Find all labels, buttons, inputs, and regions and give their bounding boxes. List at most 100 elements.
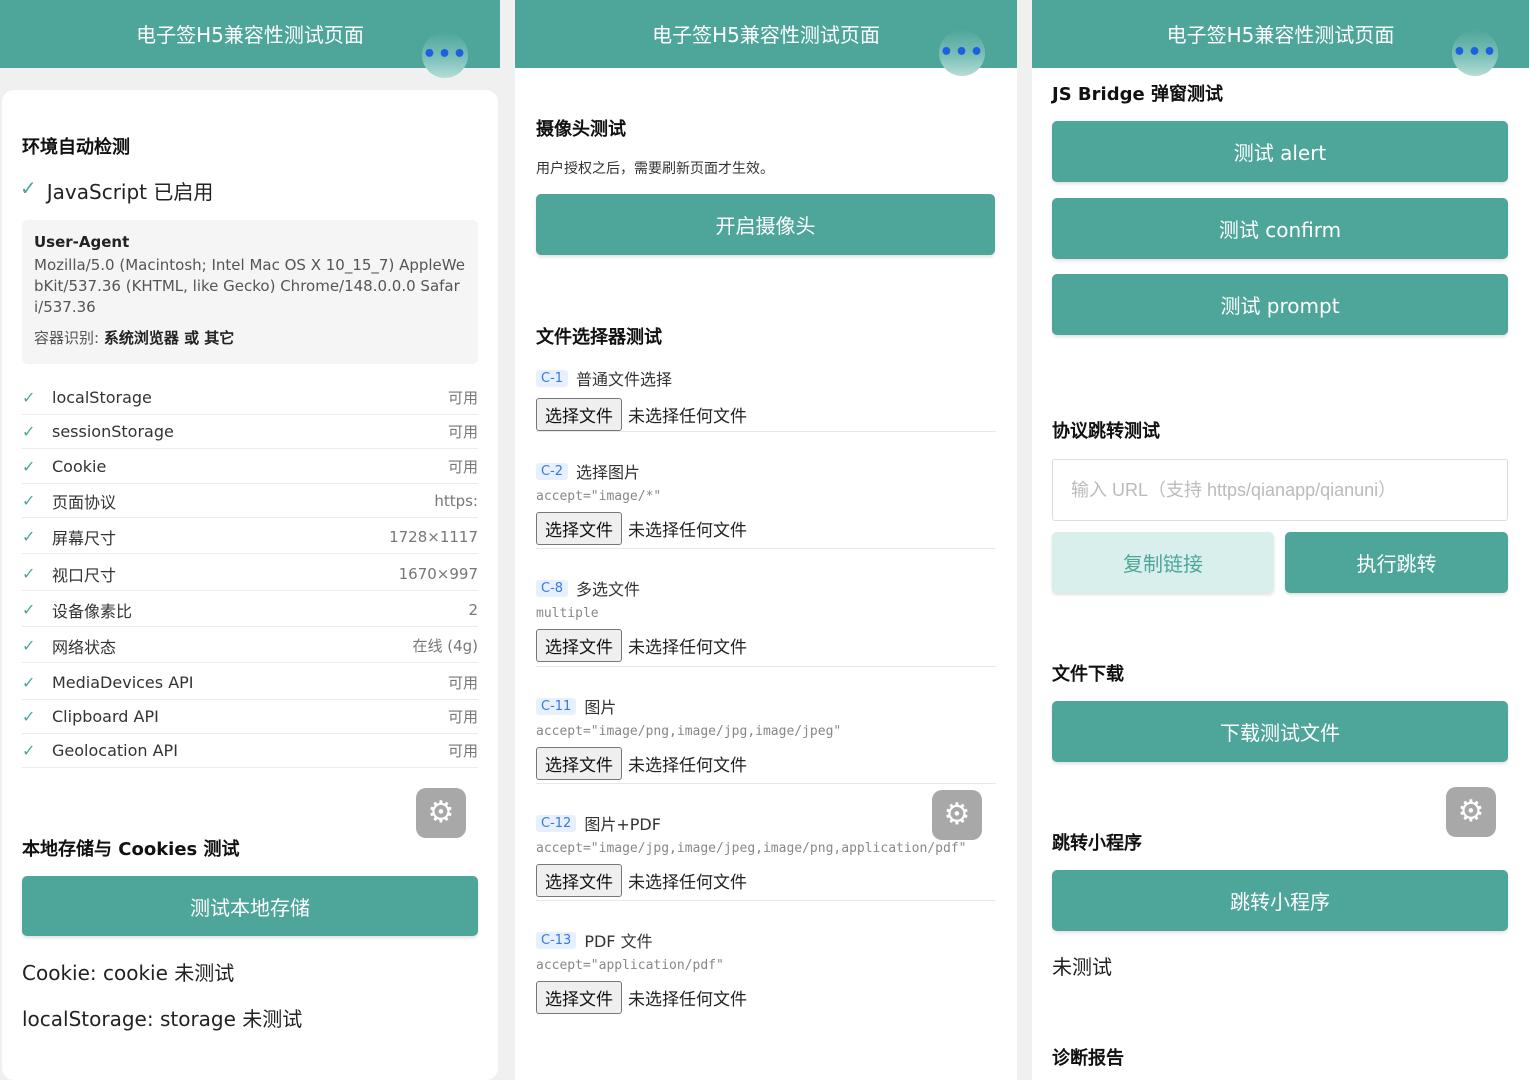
test-alert-button[interactable]: 测试 alert <box>1052 121 1508 182</box>
file-input[interactable]: 选择文件 未选择任何文件 <box>536 864 996 897</box>
cookie-status: Cookie: cookie 未测试 <box>22 961 235 985</box>
file-input[interactable]: 选择文件 未选择任何文件 <box>536 398 996 431</box>
env-row-name: 屏幕尺寸 <box>52 528 117 548</box>
file-picker-item: C-1 普通文件选择 选择文件 未选择任何文件 <box>536 366 996 431</box>
no-file-text: 未选择任何文件 <box>628 873 747 893</box>
check-icon: ✓ <box>22 636 36 655</box>
env-row: ✓ 页面协议 https: <box>22 484 478 518</box>
check-icon: ✓ <box>22 388 36 407</box>
open-camera-button[interactable]: 开启摄像头 <box>536 194 995 255</box>
no-file-text: 未选择任何文件 <box>628 756 747 776</box>
env-row-name: 设备像素比 <box>52 601 133 621</box>
container-label: 容器识别: <box>34 329 100 347</box>
copy-link-button[interactable]: 复制链接 <box>1052 532 1274 593</box>
execute-jump-button[interactable]: 执行跳转 <box>1285 532 1508 593</box>
divider <box>536 900 996 901</box>
divider <box>536 548 996 549</box>
accept-attr: accept="image/jpg,image/jpeg,image/png,a… <box>536 841 967 856</box>
divider <box>536 783 996 784</box>
test-local-storage-button[interactable]: 测试本地存储 <box>22 876 478 936</box>
env-row-name: 网络状态 <box>52 637 117 657</box>
env-row-value: 可用 <box>447 674 478 692</box>
env-row: ✓ Geolocation API 可用 <box>22 734 478 768</box>
env-row-value: 在线 (4g) <box>412 637 478 655</box>
test-confirm-button[interactable]: 测试 confirm <box>1052 198 1508 259</box>
check-icon: ✓ <box>22 707 36 726</box>
env-row-value: 1670×997 <box>398 564 478 583</box>
env-row: ✓ 网络状态 在线 (4g) <box>22 629 478 663</box>
env-row: ✓ MediaDevices API 可用 <box>22 666 478 700</box>
check-icon: ✓ <box>22 527 36 546</box>
env-row-name: 视口尺寸 <box>52 565 117 585</box>
file-input[interactable]: 选择文件 未选择任何文件 <box>536 981 996 1014</box>
file-item-header: C-11 图片 <box>536 694 996 718</box>
panel-bridge: 电子签H5兼容性测试页面 ••• JS Bridge 弹窗测试 测试 alert… <box>1032 0 1529 1080</box>
file-input[interactable]: 选择文件 未选择任何文件 <box>536 512 996 545</box>
file-picker-item: C-8 多选文件 multiple 选择文件 未选择任何文件 <box>536 576 996 662</box>
check-icon: ✓ <box>22 491 36 510</box>
choose-file-button[interactable]: 选择文件 <box>536 398 622 431</box>
env-section-title: 环境自动检测 <box>22 137 130 158</box>
test-prompt-button[interactable]: 测试 prompt <box>1052 274 1508 335</box>
file-item-header: C-12 图片+PDF <box>536 811 996 835</box>
check-icon: ✓ <box>22 673 36 692</box>
env-row: ✓ 屏幕尺寸 1728×1117 <box>22 520 478 554</box>
protocol-section-title: 协议跳转测试 <box>1052 421 1160 442</box>
container-value: 系统浏览器 或 其它 <box>103 329 235 347</box>
case-tag: C-11 <box>536 697 577 715</box>
file-input[interactable]: 选择文件 未选择任何文件 <box>536 747 996 780</box>
file-item-label: 普通文件选择 <box>576 370 673 389</box>
env-row: ✓ localStorage 可用 <box>22 381 478 415</box>
file-input[interactable]: 选择文件 未选择任何文件 <box>536 629 996 662</box>
no-file-text: 未选择任何文件 <box>628 990 747 1010</box>
url-input[interactable] <box>1052 459 1508 521</box>
env-row: ✓ Cookie 可用 <box>22 450 478 484</box>
settings-icon[interactable]: ⚙ <box>932 790 982 840</box>
check-icon: ✓ <box>22 600 36 619</box>
settings-icon[interactable]: ⚙ <box>416 788 466 838</box>
ua-label: User-Agent <box>34 233 130 251</box>
more-icon[interactable]: ••• <box>422 32 468 78</box>
camera-note: 用户授权之后，需要刷新页面才生效。 <box>536 161 774 177</box>
download-section-title: 文件下载 <box>1052 664 1124 685</box>
miniprogram-status: 未测试 <box>1052 955 1112 979</box>
more-icon[interactable]: ••• <box>939 30 985 76</box>
file-picker-item: C-13 PDF 文件 accept="application/pdf" 选择文件 未选… <box>536 928 996 1014</box>
env-row-name: 页面协议 <box>52 492 117 512</box>
page-title: 电子签H5兼容性测试页面 <box>1166 22 1395 47</box>
choose-file-button[interactable]: 选择文件 <box>536 629 622 662</box>
panel-environment: 电子签H5兼容性测试页面 ••• 环境自动检测 ✓ JavaScript 已启用… <box>0 0 500 1080</box>
choose-file-button[interactable]: 选择文件 <box>536 512 622 545</box>
divider <box>536 431 996 432</box>
file-item-label: 图片+PDF <box>584 815 661 834</box>
no-file-text: 未选择任何文件 <box>628 638 747 658</box>
accept-attr: multiple <box>536 606 599 621</box>
env-row-name: Geolocation API <box>52 741 178 760</box>
user-agent-box: User-Agent Mozilla/5.0 (Macintosh; Intel… <box>22 220 478 364</box>
check-icon: ✓ <box>22 741 36 760</box>
choose-file-button[interactable]: 选择文件 <box>536 747 622 780</box>
accept-attr: accept="image/*" <box>536 489 662 504</box>
case-tag: C-8 <box>536 579 569 597</box>
check-icon: ✓ <box>20 176 37 200</box>
js-status-text: JavaScript 已启用 <box>46 180 214 204</box>
file-picker-item: C-2 选择图片 accept="image/*" 选择文件 未选择任何文件 <box>536 459 996 545</box>
env-row-value: 可用 <box>447 742 478 760</box>
choose-file-button[interactable]: 选择文件 <box>536 981 622 1014</box>
env-row-value: 1728×1117 <box>389 527 478 546</box>
download-test-file-button[interactable]: 下载测试文件 <box>1052 701 1508 762</box>
jump-miniprogram-button[interactable]: 跳转小程序 <box>1052 870 1508 931</box>
file-item-header: C-2 选择图片 <box>536 459 996 483</box>
page-title: 电子签H5兼容性测试页面 <box>652 22 880 47</box>
accept-attr: accept="image/png,image/jpg,image/jpeg" <box>536 724 842 739</box>
env-row-name: MediaDevices API <box>52 673 194 692</box>
file-picker-item: C-11 图片 accept="image/png,image/jpg,image/… <box>536 694 996 780</box>
env-row-value: 可用 <box>447 389 478 407</box>
choose-file-button[interactable]: 选择文件 <box>536 864 622 897</box>
container-detect: 容器识别: 系统浏览器 或 其它 <box>34 328 466 349</box>
local-storage-status: localStorage: storage 未测试 <box>22 1007 303 1031</box>
settings-icon[interactable]: ⚙ <box>1446 787 1496 837</box>
more-icon[interactable]: ••• <box>1452 30 1498 76</box>
env-row: ✓ sessionStorage 可用 <box>22 415 478 449</box>
check-icon: ✓ <box>22 564 36 583</box>
